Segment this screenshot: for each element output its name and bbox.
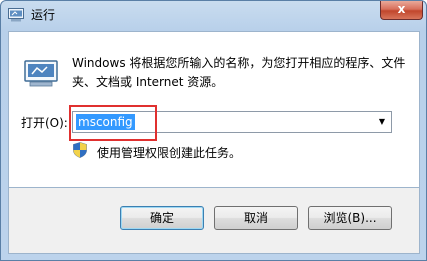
ok-button[interactable]: 确定 — [120, 206, 204, 230]
chevron-down-icon[interactable]: ▼ — [375, 114, 389, 130]
close-button[interactable]: x — [380, 1, 423, 20]
run-program-icon — [24, 60, 58, 87]
uac-shield-icon — [73, 142, 87, 158]
admin-note: 使用管理权限创建此任务。 — [97, 146, 242, 160]
highlight-annotation — [69, 105, 157, 141]
button-bar: 确定 取消 浏览(B)... — [8, 188, 420, 254]
title-bar[interactable]: 运行 x — [1, 1, 426, 31]
cancel-button[interactable]: 取消 — [214, 206, 298, 230]
close-icon: x — [397, 2, 406, 16]
open-label: 打开(O): — [21, 116, 68, 130]
window-title: 运行 — [31, 8, 56, 22]
browse-button[interactable]: 浏览(B)... — [308, 206, 392, 230]
dialog-description: Windows 将根据您所输入的名称，为您打开相应的程序、文件夹、文档或 Int… — [72, 56, 406, 89]
run-dialog: 运行 x Windows 将根据您所输入的名称，为您打开相应的程序、文件夹、文档… — [0, 0, 427, 261]
dialog-body: Windows 将根据您所输入的名称，为您打开相应的程序、文件夹、文档或 Int… — [8, 31, 420, 188]
run-icon — [8, 8, 24, 22]
